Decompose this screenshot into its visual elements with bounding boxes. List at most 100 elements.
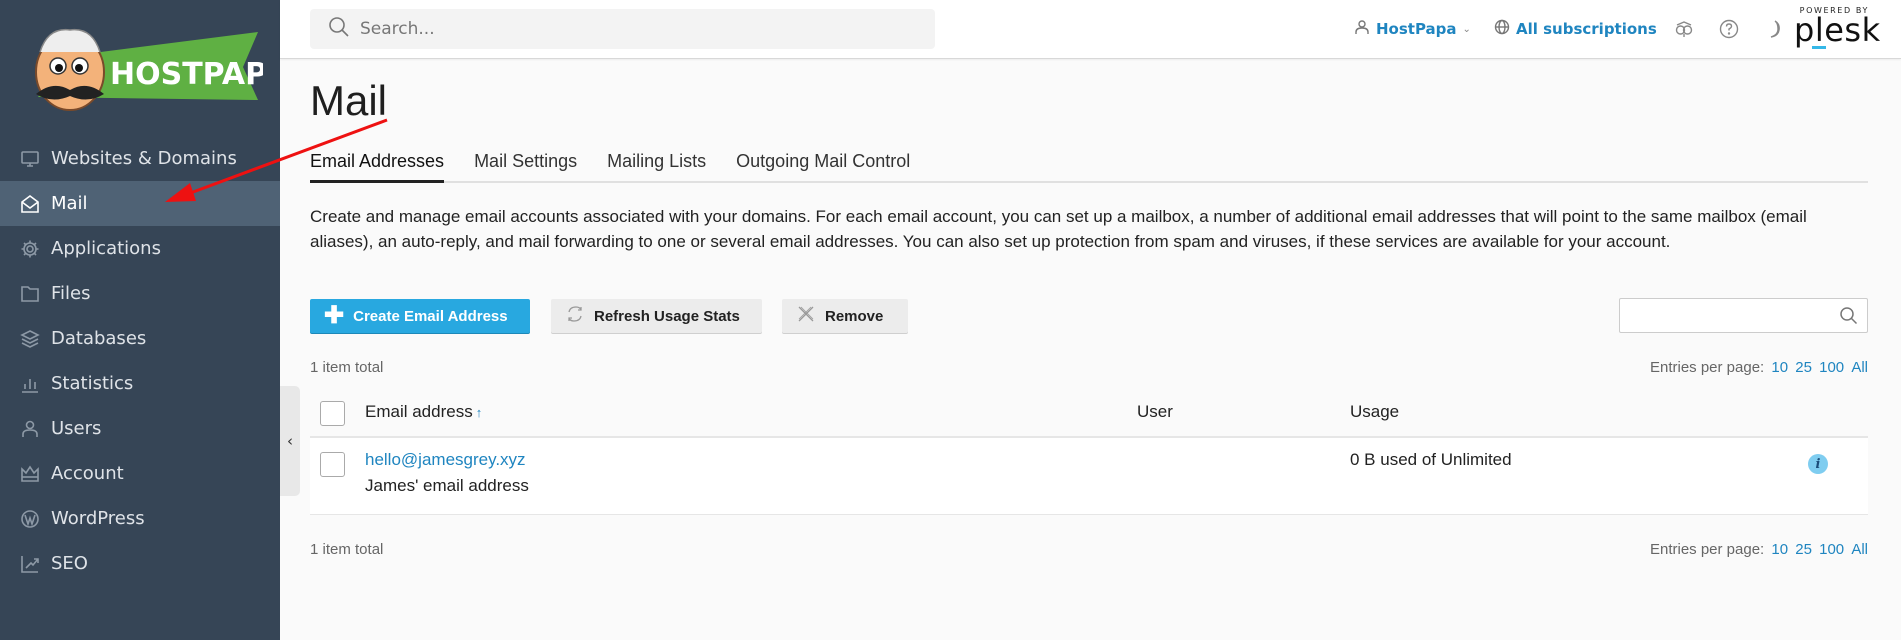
- global-search[interactable]: [310, 9, 935, 49]
- email-description: James' email address: [365, 476, 529, 495]
- select-all-checkbox[interactable]: [320, 401, 345, 426]
- sidebar-item-seo[interactable]: SEO: [0, 541, 280, 586]
- info-icon[interactable]: i: [1808, 454, 1828, 474]
- tab-email-addresses[interactable]: Email Addresses: [310, 151, 445, 183]
- entries-per-page-label: Entries per page:: [1649, 541, 1765, 558]
- layers-icon: [20, 329, 40, 349]
- sidebar-item-label: Databases: [51, 328, 147, 349]
- crown-icon: [20, 464, 40, 484]
- page-title: Mail: [310, 77, 388, 124]
- sidebar-item-wordpress[interactable]: WordPress: [0, 496, 280, 541]
- close-icon: [796, 304, 825, 328]
- global-search-input[interactable]: [360, 19, 920, 39]
- dark-mode-moon-icon[interactable]: [1763, 18, 1785, 40]
- create-email-address-button[interactable]: ✚ Create Email Address: [310, 299, 530, 333]
- plesk-text: plesk: [1794, 11, 1881, 49]
- page-size-25[interactable]: 25: [1795, 359, 1812, 376]
- column-user[interactable]: User: [1137, 402, 1173, 422]
- sidebar: HOSTPAPA Websites & Domains Mail Applica…: [0, 0, 288, 640]
- globe-icon: [1494, 19, 1516, 39]
- page-size-10[interactable]: 10: [1771, 359, 1788, 376]
- page-size-25[interactable]: 25: [1795, 541, 1812, 558]
- sidebar-item-label: Users: [51, 418, 102, 439]
- email-table: Email address ↑ User Usage hello@jamesgre…: [310, 389, 1868, 515]
- tab-mail-settings[interactable]: Mail Settings: [474, 151, 577, 183]
- column-usage[interactable]: Usage: [1350, 402, 1399, 422]
- remove-button[interactable]: Remove: [782, 299, 908, 333]
- email-link[interactable]: hello@jamesgrey.xyz: [365, 450, 526, 469]
- search-icon: [328, 16, 350, 42]
- sidebar-item-websites-domains[interactable]: Websites & Domains: [0, 136, 280, 181]
- wordpress-icon: [20, 509, 40, 529]
- page-size-100[interactable]: 100: [1819, 541, 1844, 558]
- chevron-left-icon: ‹: [287, 432, 293, 450]
- sidebar-item-databases[interactable]: Databases: [0, 316, 280, 361]
- monitor-icon: [20, 149, 40, 169]
- sidebar-item-account[interactable]: Account: [0, 451, 280, 496]
- user-menu[interactable]: HostPapa ⌄: [1354, 19, 1471, 39]
- sidebar-collapse-button[interactable]: ‹: [280, 386, 300, 496]
- page-size-10[interactable]: 10: [1771, 541, 1788, 558]
- item-total: 1 item total: [310, 541, 384, 558]
- sidebar-item-label: SEO: [51, 553, 88, 574]
- email-cell: hello@jamesgrey.xyz: [365, 450, 526, 470]
- list-search-input[interactable]: [1620, 299, 1820, 332]
- sidebar-item-statistics[interactable]: Statistics: [0, 361, 280, 406]
- tab-outgoing-mail-control[interactable]: Outgoing Mail Control: [736, 151, 910, 183]
- sidebar-item-label: Statistics: [51, 373, 134, 394]
- plesk-logo: POWERED BY plesk: [1794, 6, 1880, 49]
- row-checkbox[interactable]: [320, 452, 345, 477]
- remove-label: Remove: [825, 307, 884, 325]
- sidebar-item-label: Applications: [51, 238, 161, 259]
- plesk-wordmark: plesk: [1794, 14, 1880, 49]
- tab-mailing-lists[interactable]: Mailing Lists: [607, 151, 706, 183]
- refresh-usage-stats-button[interactable]: Refresh Usage Stats: [551, 299, 762, 333]
- page-size-all[interactable]: All: [1851, 541, 1868, 558]
- user-icon: [1354, 19, 1376, 39]
- tab-bar: Email Addresses Mail Settings Mailing Li…: [310, 151, 1868, 183]
- sidebar-item-files[interactable]: Files: [0, 271, 280, 316]
- folder-icon: [20, 284, 40, 304]
- page-size-100[interactable]: 100: [1819, 359, 1844, 376]
- sidebar-item-applications[interactable]: Applications: [0, 226, 280, 271]
- gear-icon: [20, 239, 40, 259]
- item-total: 1 item total: [310, 359, 384, 376]
- page-size-all[interactable]: All: [1851, 359, 1868, 376]
- sidebar-item-label: Files: [51, 283, 91, 304]
- subscriptions-label: All subscriptions: [1516, 20, 1657, 38]
- refresh-icon: [565, 304, 594, 328]
- table-row: hello@jamesgrey.xyz James' email address…: [310, 438, 1868, 515]
- sidebar-item-label: WordPress: [51, 508, 145, 529]
- envelope-open-icon: [20, 194, 40, 214]
- chevron-down-icon: ⌄: [1462, 23, 1471, 35]
- column-email-address[interactable]: Email address ↑: [365, 402, 482, 422]
- entries-per-page: Entries per page: 10 25 100 All: [1650, 359, 1868, 376]
- sidebar-item-users[interactable]: Users: [0, 406, 280, 451]
- sidebar-item-label: Websites & Domains: [51, 148, 237, 169]
- sidebar-nav: Websites & Domains Mail Applications Fil…: [0, 136, 280, 586]
- sidebar-item-label: Account: [51, 463, 124, 484]
- brand-text: HOSTPAPA: [110, 57, 263, 92]
- sidebar-item-label: Mail: [51, 193, 88, 214]
- page-description: Create and manage email accounts associa…: [310, 207, 1807, 251]
- owl-icon[interactable]: [1673, 18, 1695, 40]
- user-icon: [20, 419, 40, 439]
- entries-per-page: Entries per page: 10 25 100 All: [1650, 541, 1868, 558]
- help-icon[interactable]: [1718, 18, 1740, 40]
- entries-per-page-label: Entries per page:: [1649, 359, 1765, 376]
- toolbar: ✚ Create Email Address Refresh Usage Sta…: [310, 298, 1868, 333]
- sort-ascending-icon: ↑: [475, 405, 483, 420]
- subscriptions-menu[interactable]: All subscriptions: [1494, 19, 1657, 39]
- column-email-address-label: Email address: [365, 402, 473, 421]
- hostpapa-logo[interactable]: HOSTPAPA: [18, 22, 288, 114]
- create-email-address-label: Create Email Address: [353, 307, 508, 325]
- plus-icon: ✚: [324, 302, 345, 329]
- table-header: Email address ↑ User Usage: [310, 389, 1868, 438]
- top-header: HostPapa ⌄ All subscriptions POWERED BY …: [280, 0, 1901, 59]
- sidebar-item-mail[interactable]: Mail: [0, 181, 280, 226]
- plesk-accent-bar: [1812, 46, 1826, 49]
- seo-chart-icon: [20, 554, 40, 574]
- list-search[interactable]: [1619, 298, 1868, 333]
- bar-chart-icon: [20, 374, 40, 394]
- user-name: HostPapa: [1376, 20, 1457, 38]
